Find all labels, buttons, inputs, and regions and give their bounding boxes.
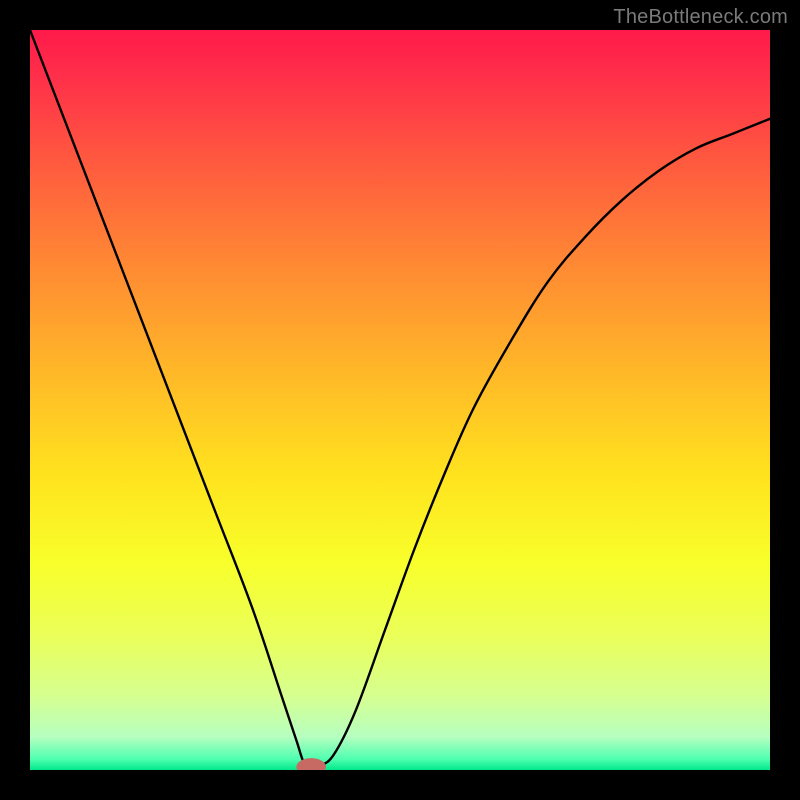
watermark-text: TheBottleneck.com [613,6,788,29]
chart-frame: TheBottleneck.com [0,0,800,800]
gradient-background [30,30,770,770]
plot-area [30,30,770,770]
bottleneck-curve-chart [30,30,770,770]
